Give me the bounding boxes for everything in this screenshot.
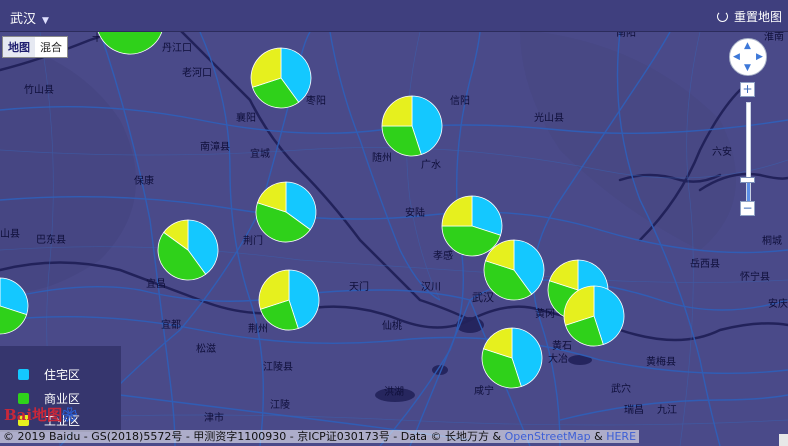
copyright-amp: & bbox=[590, 430, 607, 443]
pie-marker[interactable] bbox=[481, 327, 543, 389]
place-label: 仙桃 bbox=[382, 319, 402, 332]
place-label: 江陵县 bbox=[263, 361, 293, 373]
logo-text: Bai地图 bbox=[4, 406, 63, 424]
reset-map-button[interactable]: 重置地图 bbox=[716, 8, 782, 25]
place-label: 松滋 bbox=[196, 342, 216, 355]
pie-marker[interactable] bbox=[255, 181, 317, 243]
pan-left-icon[interactable]: ◀ bbox=[733, 53, 740, 62]
place-label: 广水 bbox=[421, 159, 441, 171]
place-label: 随州 bbox=[372, 151, 392, 164]
place-label: 瑞昌 bbox=[624, 404, 644, 416]
refresh-icon bbox=[716, 11, 728, 22]
pie-marker[interactable] bbox=[441, 195, 503, 257]
zoom-out-button[interactable]: − bbox=[740, 201, 755, 216]
zoom-slider-thumb[interactable] bbox=[740, 177, 755, 183]
place-label: 九江 bbox=[657, 404, 677, 416]
place-label: 怀宁县 bbox=[740, 270, 770, 283]
here-link[interactable]: HERE bbox=[606, 430, 636, 443]
legend-swatch bbox=[18, 369, 29, 380]
scale-bar bbox=[779, 434, 788, 446]
city-selector[interactable]: 武汉 ▼ bbox=[10, 8, 49, 27]
place-label: 荆州 bbox=[248, 322, 268, 335]
place-label: 竹山县 bbox=[24, 83, 54, 96]
place-label: 荆门 bbox=[243, 234, 263, 247]
place-label: 咸宁 bbox=[474, 384, 494, 397]
legend-item[interactable]: 住宅区 bbox=[18, 366, 80, 383]
city-name: 武汉 bbox=[10, 12, 37, 27]
zoom-in-button[interactable]: + bbox=[740, 82, 755, 97]
map-type-switch: 地图 混合 bbox=[2, 36, 68, 58]
place-label: 光山县 bbox=[534, 111, 564, 124]
legend-label: 住宅区 bbox=[44, 368, 81, 382]
top-bar: 武汉 ▼ 重置地图 bbox=[0, 0, 788, 32]
place-label: 保康 bbox=[134, 174, 154, 187]
map-type-hybrid-button[interactable]: 混合 bbox=[35, 37, 67, 57]
navigation-control: ▲ ▼ ◀ ▶ + − bbox=[728, 38, 768, 218]
paw-icon: ❀ bbox=[62, 406, 78, 424]
place-label: 巴东县 bbox=[36, 233, 66, 246]
place-label: 大冶 bbox=[548, 352, 568, 365]
place-label: 宜城 bbox=[250, 147, 270, 160]
place-label: 黄梅县 bbox=[646, 355, 676, 368]
place-label: 汉川 bbox=[421, 281, 441, 293]
copyright-text: © 2019 Baidu - GS(2018)5572号 - 甲测资字11009… bbox=[3, 430, 505, 443]
osm-link[interactable]: OpenStreetMap bbox=[505, 430, 591, 443]
pie-marker[interactable] bbox=[563, 285, 625, 347]
place-label: 山县 bbox=[0, 228, 20, 240]
reset-label: 重置地图 bbox=[733, 10, 782, 24]
legend-swatch bbox=[18, 393, 29, 404]
place-label: 宜昌 bbox=[146, 277, 166, 290]
place-label: 丹江口 bbox=[162, 42, 192, 54]
place-label: 安庆 bbox=[768, 297, 788, 310]
pan-right-icon[interactable]: ▶ bbox=[756, 53, 763, 62]
copyright-bar: © 2019 Baidu - GS(2018)5572号 - 甲测资字11009… bbox=[0, 427, 788, 446]
pie-marker[interactable] bbox=[258, 269, 320, 331]
pan-up-icon[interactable]: ▲ bbox=[744, 42, 751, 51]
place-label: 武汉 bbox=[472, 291, 494, 304]
zoom-slider-track[interactable] bbox=[746, 102, 751, 208]
baidu-logo[interactable]: Bai地图❀ bbox=[4, 404, 77, 425]
pan-down-icon[interactable]: ▼ bbox=[744, 64, 751, 73]
place-label: 江陵 bbox=[270, 399, 290, 411]
place-label: 南漳县 bbox=[200, 140, 230, 153]
pie-marker[interactable] bbox=[250, 47, 312, 109]
pie-marker[interactable] bbox=[381, 95, 443, 157]
pie-marker[interactable] bbox=[157, 219, 219, 281]
place-label: 岳西县 bbox=[690, 258, 720, 270]
place-label: 黄石 bbox=[552, 339, 572, 352]
map-type-map-button[interactable]: 地图 bbox=[3, 37, 35, 57]
place-label: 襄阳 bbox=[236, 111, 256, 124]
place-label: 老河口 bbox=[182, 66, 212, 79]
place-label: 信阳 bbox=[450, 95, 470, 107]
chevron-down-icon: ▼ bbox=[42, 16, 49, 26]
place-label: 武穴 bbox=[611, 382, 631, 395]
place-label: 桐城 bbox=[762, 234, 782, 247]
pan-control[interactable]: ▲ ▼ ◀ ▶ bbox=[729, 38, 767, 76]
place-label: 枣阳 bbox=[306, 95, 326, 107]
place-label: 安陆 bbox=[405, 206, 425, 219]
place-label: 津市 bbox=[204, 411, 224, 424]
place-label: 宜都 bbox=[161, 318, 181, 331]
place-label: 黄冈 bbox=[535, 307, 555, 320]
pie-marker[interactable] bbox=[483, 239, 545, 301]
place-label: 天门 bbox=[349, 280, 369, 293]
place-label: 洪湖 bbox=[384, 386, 404, 398]
place-label: 孝感 bbox=[433, 249, 453, 262]
